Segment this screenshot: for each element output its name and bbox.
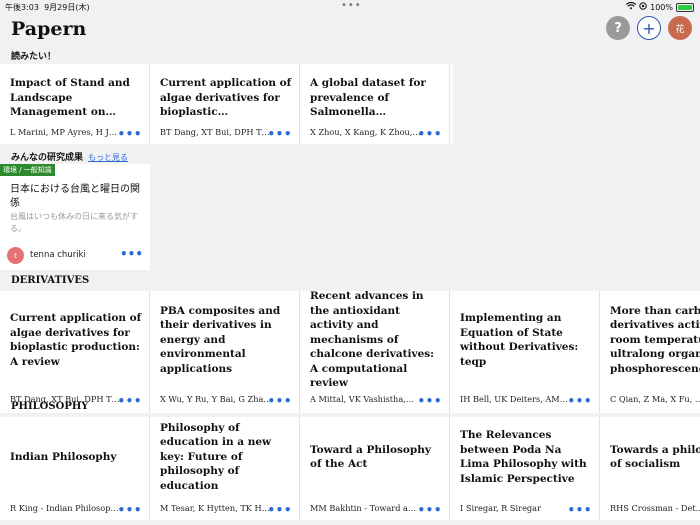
more-options-icon[interactable]: ••• [417, 394, 442, 408]
paper-title: Recent advances in the antioxidant activ… [310, 291, 435, 390]
more-options-icon[interactable]: ••• [567, 503, 592, 517]
wifi-icon [625, 2, 637, 12]
multitasking-grabber[interactable]: ••• [341, 0, 362, 11]
more-options-icon[interactable]: ••• [267, 503, 292, 517]
paper-authors: X Zhou, X Kang, K Zhou,… [310, 127, 421, 137]
paper-card[interactable]: More than carbazole derivatives activate… [600, 291, 700, 413]
paper-card[interactable]: Impact of Stand and Landscape Management… [0, 64, 150, 144]
paper-card[interactable]: The Relevances between Poda Na Lima Phil… [450, 417, 600, 520]
paper-card[interactable]: Towards a philosophy of socialism RHS Cr… [600, 417, 700, 520]
paper-title: Philosophy of education in a new key: Fu… [160, 421, 272, 492]
help-button[interactable]: ? [606, 16, 630, 40]
more-options-icon[interactable]: ••• [417, 503, 442, 517]
more-options-icon[interactable]: ••• [117, 127, 142, 141]
battery-percent: 100% [650, 2, 673, 12]
see-more-link[interactable]: もっと見る [88, 153, 128, 162]
more-options-icon[interactable]: ••• [117, 503, 142, 517]
paper-title: Current application of algae derivatives… [10, 312, 142, 368]
paper-title: Toward a Philosophy of the Act [310, 443, 431, 471]
research-description: 台風はいつも休みの日に来る気がする。 [10, 212, 138, 233]
paper-authors: X Wu, Y Ru, Y Bai, G Zha… [160, 394, 272, 404]
paper-title: Implementing an Equation of State withou… [460, 312, 579, 368]
paper-title: Indian Philosophy [10, 450, 117, 463]
community-research-card[interactable]: 環境 / 一般知識 日本における台風と曜日の関係 台風はいつも休みの日に来る気が… [0, 164, 150, 270]
paper-authors: MM Bakhtin - Toward a… [310, 503, 417, 513]
paper-authors: BT Dang, XT Bui, DPH T… [160, 127, 270, 137]
paper-card[interactable]: Indian Philosophy R King - Indian Philos… [0, 417, 150, 520]
more-options-icon[interactable]: ••• [117, 394, 142, 408]
paper-title: Impact of Stand and Landscape Management… [10, 77, 130, 118]
paper-title: Current application of algae derivatives… [160, 77, 292, 118]
paper-authors: R King - Indian Philosop… [10, 503, 119, 513]
app-title: Papern [11, 18, 87, 40]
section-derivatives-label: DERIVATIVES [11, 275, 90, 286]
paper-card[interactable]: Implementing an Equation of State withou… [450, 291, 600, 413]
want-to-read-row: Impact of Stand and Landscape Management… [0, 64, 453, 144]
paper-card[interactable]: A global dataset for prevalence of Salmo… [300, 64, 450, 144]
status-bar: 午後3:03 9月29日(木) ••• 100% [0, 0, 700, 14]
paper-title: A global dataset for prevalence of Salmo… [310, 77, 426, 118]
location-icon [639, 2, 647, 12]
add-button[interactable]: + [637, 16, 661, 40]
more-options-icon[interactable]: ••• [120, 247, 143, 261]
paper-authors: RHS Crossman - Det… [610, 503, 700, 513]
more-options-icon[interactable]: ••• [267, 394, 292, 408]
paper-title: PBA composites and their derivatives in … [160, 304, 281, 375]
paper-card[interactable]: Toward a Philosophy of the Act MM Bakhti… [300, 417, 450, 520]
more-options-icon[interactable]: ••• [567, 394, 592, 408]
section-philosophy-label: PHILOSOPHY [11, 401, 89, 412]
paper-card[interactable]: Current application of algae derivatives… [150, 64, 300, 144]
community-label-text: みんなの研究成果 [11, 153, 84, 163]
paper-title: The Relevances between Poda Na Lima Phil… [460, 429, 587, 485]
philosophy-row: Indian Philosophy R King - Indian Philos… [0, 417, 700, 520]
paper-authors: M Tesar, K Hytten, TK H… [160, 503, 270, 513]
research-title: 日本における台風と曜日の関係 [10, 184, 140, 209]
battery-level-fill [678, 4, 692, 10]
paper-card[interactable]: Philosophy of education in a new key: Fu… [150, 417, 300, 520]
paper-card[interactable]: Current application of algae derivatives… [0, 291, 150, 413]
derivatives-row: Current application of algae derivatives… [0, 291, 700, 413]
paper-authors: L Marini, MP Ayres, H J… [10, 127, 118, 137]
section-want-to-read-label: 読みたい！ [11, 52, 57, 62]
paper-authors: IH Bell, UK Deiters, AM… [460, 394, 568, 404]
user-avatar-button[interactable]: 花 [668, 16, 692, 40]
more-options-icon[interactable]: ••• [417, 127, 442, 141]
paper-title: More than carbazole derivatives activate… [610, 304, 700, 375]
paper-title: Towards a philosophy of socialism [610, 443, 700, 471]
more-options-icon[interactable]: ••• [267, 127, 292, 141]
section-community-label: みんなの研究成果 もっと見る [11, 150, 128, 163]
status-indicators: 100% [625, 2, 694, 12]
author-name: tenna churiki [30, 250, 86, 260]
paper-authors: C Qian, Z Ma, X Fu, … [610, 394, 700, 404]
paper-card[interactable]: PBA composites and their derivatives in … [150, 291, 300, 413]
paper-authors: A Mittal, VK Vashistha,… [310, 394, 415, 404]
paper-authors: I Siregar, R Siregar [460, 503, 541, 513]
paper-card[interactable]: Recent advances in the antioxidant activ… [300, 291, 450, 413]
author-avatar: t [7, 247, 24, 264]
status-time: 午後3:03 9月29日(木) [5, 3, 90, 12]
battery-icon [676, 2, 694, 12]
category-tag: 環境 / 一般知識 [0, 164, 55, 176]
